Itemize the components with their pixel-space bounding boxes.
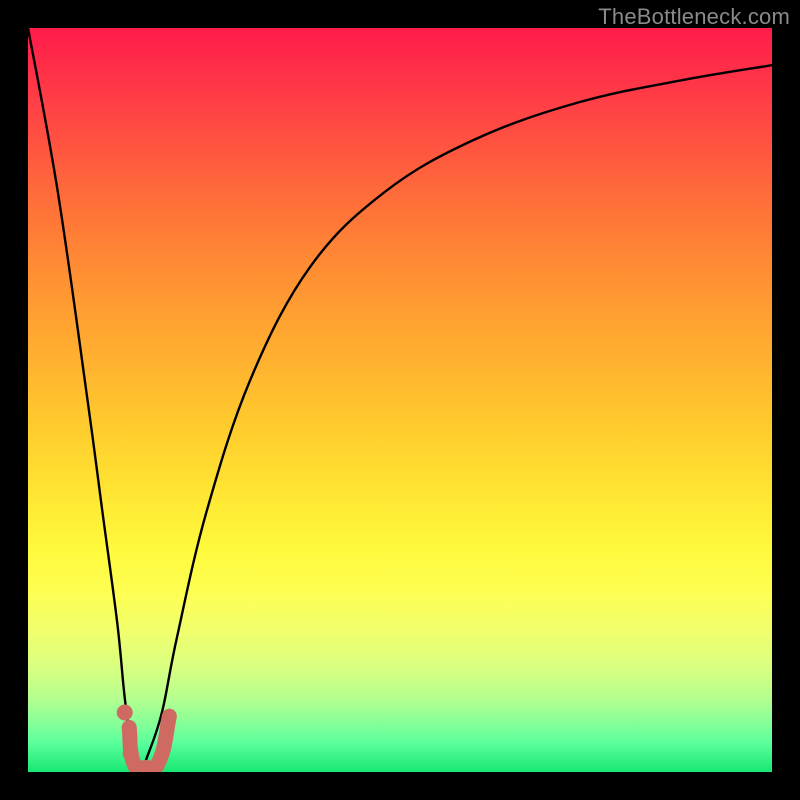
watermark-text: TheBottleneck.com <box>598 4 790 30</box>
chart-frame: TheBottleneck.com <box>0 0 800 800</box>
marker-dot-lower <box>123 745 139 761</box>
bottleneck-curve <box>28 28 772 772</box>
j-shape-highlight <box>129 716 169 770</box>
j-shape-path <box>129 716 169 770</box>
marker-dot-upper <box>117 704 133 720</box>
bottleneck-curve-path <box>28 28 772 772</box>
chart-svg <box>28 28 772 772</box>
plot-area <box>28 28 772 772</box>
